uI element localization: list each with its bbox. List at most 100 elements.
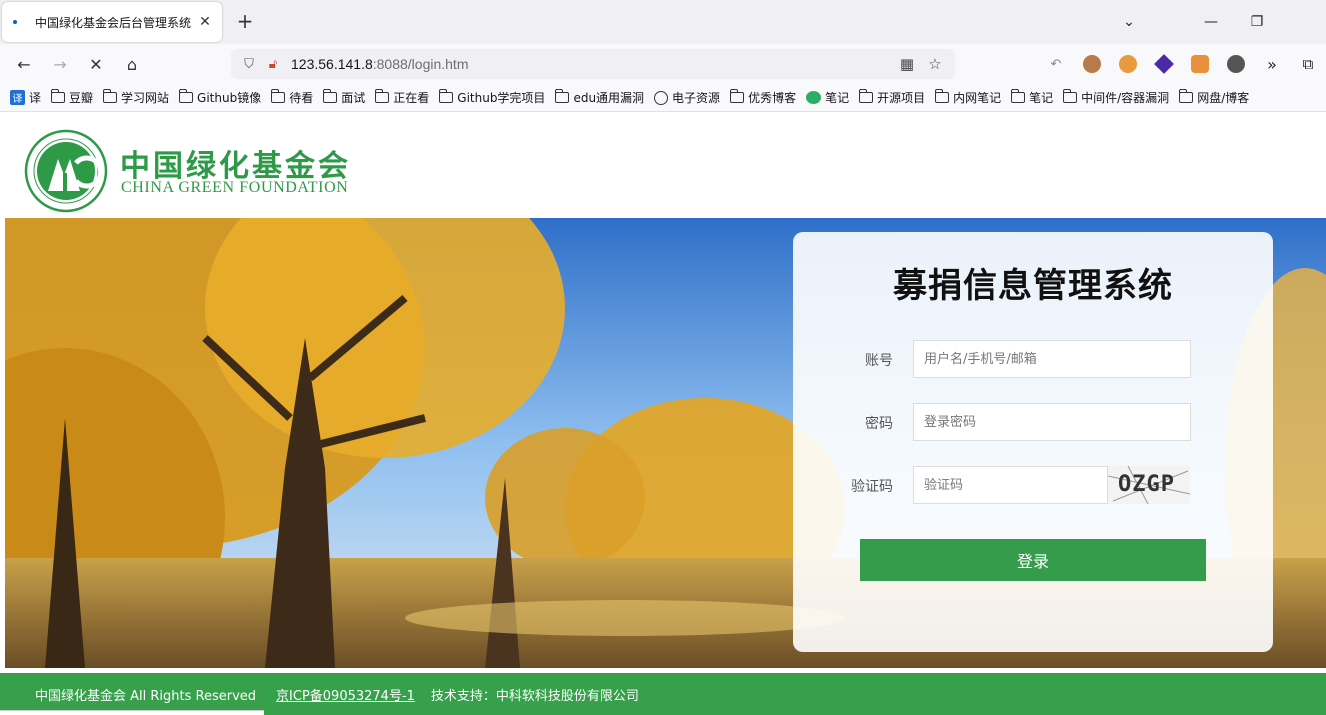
bookmark-label: 优秀博客 [748,91,797,105]
browser-nav-bar: ← → ✕ ⌂ ⛉ 🔓︎ 123.56.141.8:8088/login.htm… [0,44,1326,84]
login-panel: 募捐信息管理系统 账号 密码 验证码 OZGP 登录 [793,232,1273,652]
bookmark-label: 电子资源 [672,91,721,105]
icp-link[interactable]: 京ICP备09053274号-1 [276,685,415,704]
bookmark-item[interactable]: 笔记 [1010,89,1053,106]
folder-icon [1062,89,1078,103]
tab-close-icon[interactable]: ✕ [196,14,214,30]
bookmark-item[interactable]: 待看 [270,89,314,106]
bookmark-label: 内网笔记 [953,91,1002,105]
captcha-input[interactable] [913,466,1108,504]
captcha-image[interactable]: OZGP [1108,466,1190,504]
bookmark-label: 学习网站 [121,91,170,105]
bookmark-item[interactable]: edu通用漏洞 [555,89,644,106]
bookmark-label: 面试 [341,91,366,105]
bookmark-item[interactable]: 正在看 [374,89,430,106]
folder-icon [934,89,950,103]
stop-loading-icon[interactable]: ✕ [80,48,112,80]
footer-copyright: 中国绿化基金会 All Rights Reserved [35,688,257,704]
bookmark-label: 笔记 [825,91,850,105]
bookmarks-bar: 译译 豆瓣 学习网站 Github镜像 待看 面试 正在看 Github学完项目 edu通用漏洞… [0,84,1326,112]
account-input[interactable] [913,340,1191,378]
footer-tech-support: 技术支持：中科软科技股份有限公司 [430,688,639,704]
loading-indicator-icon [13,20,17,24]
password-label: 密码 [865,416,893,432]
login-button[interactable]: 登录 [860,539,1206,581]
folder-icon [729,89,745,103]
overflow-menu-icon[interactable]: » [1254,55,1290,74]
insecure-lock-icon[interactable]: 🔓︎ [261,52,285,76]
foundation-logo-icon [24,129,108,213]
browser-tab-active[interactable]: 中国绿化基金会后台管理系统 ✕ [2,2,222,42]
login-page: 中国绿化基金会 CHINA GREEN FOUNDATION 募捐信息管理系统 … [0,113,1326,715]
captcha-text: OZGP [1118,472,1175,497]
shield-icon[interactable]: ⛉ [237,52,261,76]
login-title: 募捐信息管理系统 [893,266,1173,306]
folder-icon [438,89,454,103]
folder-icon [102,89,118,103]
status-bar [0,710,264,715]
extension-cookie-icon[interactable] [1074,55,1110,73]
folder-icon [858,89,874,103]
bookmark-label: Github镜像 [197,91,262,105]
bookmark-item[interactable]: 电子资源 [654,89,720,106]
restore-button[interactable]: ❐ [1234,14,1280,30]
address-bar[interactable]: ⛉ 🔓︎ 123.56.141.8:8088/login.htm ▦ ☆ [231,49,955,79]
close-window-button[interactable]: ✕ [1280,14,1326,30]
bookmark-item[interactable]: 笔记 [806,89,849,106]
bookmark-item[interactable]: 面试 [322,89,366,106]
url-text[interactable]: 123.56.141.8:8088/login.htm [291,56,468,72]
tab-list-chevron-icon[interactable]: ⌄ [1106,14,1152,30]
folder-icon [1178,89,1194,103]
undo-icon[interactable]: ↶ [1038,57,1074,72]
globe-icon [654,90,669,105]
folder-icon [374,89,390,103]
password-input[interactable] [913,403,1191,441]
folder-icon [270,89,286,103]
extension-purple-icon[interactable] [1146,54,1182,74]
bookmark-label: Github学完项目 [457,91,546,105]
bookmark-label: edu通用漏洞 [573,91,645,105]
folder-icon [1010,89,1026,103]
extension-bug-icon[interactable] [1218,55,1254,73]
bookmark-item[interactable]: 内网笔记 [934,89,1002,106]
site-header: 中国绿化基金会 CHINA GREEN FOUNDATION [0,113,1326,218]
account-label: 账号 [865,353,893,369]
bookmark-label: 中间件/容器漏洞 [1081,91,1170,105]
back-icon[interactable]: ← [8,48,40,80]
bookmark-label: 译 [29,91,42,105]
bookmark-label: 待看 [289,91,314,105]
folder-icon [50,89,66,103]
tab-title: 中国绿化基金会后台管理系统 [35,15,192,30]
site-footer: 中国绿化基金会 All Rights Reserved 京ICP备0905327… [0,673,1326,715]
bookmark-item[interactable]: Github镜像 [178,89,262,106]
qr-code-icon[interactable]: ▦ [893,55,921,73]
minimize-button[interactable]: — [1188,14,1234,30]
bookmark-star-icon[interactable]: ☆ [921,55,949,73]
bookmark-item[interactable]: 网盘/博客 [1178,89,1250,106]
window-controls: ⌄ — ❐ ✕ [1106,0,1326,44]
home-icon[interactable]: ⌂ [116,48,148,80]
wechat-icon [806,91,822,104]
folder-icon [178,89,194,103]
browser-tab-bar: 中国绿化基金会后台管理系统 ✕ + ⌄ — ❐ ✕ [0,0,1326,44]
bookmark-item[interactable]: 译译 [10,89,41,106]
bookmark-label: 豆瓣 [69,91,94,105]
bookmark-label: 开源项目 [877,91,926,105]
extensions-puzzle-icon[interactable]: ⧉ [1290,55,1326,73]
extension-fox-icon[interactable] [1182,55,1218,73]
bookmark-item[interactable]: Github学完项目 [438,89,546,106]
hero-banner: 募捐信息管理系统 账号 密码 验证码 OZGP 登录 [5,218,1326,668]
extensions-toolbar: ↶ » ⧉ [1038,48,1326,80]
forward-icon[interactable]: → [44,48,76,80]
new-tab-button[interactable]: + [234,11,256,33]
bookmark-item[interactable]: 中间件/容器漏洞 [1062,89,1170,106]
brand-name-en: CHINA GREEN FOUNDATION [121,179,349,196]
extension-orange-icon[interactable] [1110,55,1146,73]
folder-icon [322,89,338,103]
bookmark-item[interactable]: 豆瓣 [50,89,94,106]
bookmark-item[interactable]: 学习网站 [102,89,170,106]
bookmark-item[interactable]: 开源项目 [858,89,926,106]
bookmark-item[interactable]: 优秀博客 [729,89,797,106]
bookmark-label: 正在看 [393,91,430,105]
bookmark-label: 网盘/博客 [1197,91,1250,105]
